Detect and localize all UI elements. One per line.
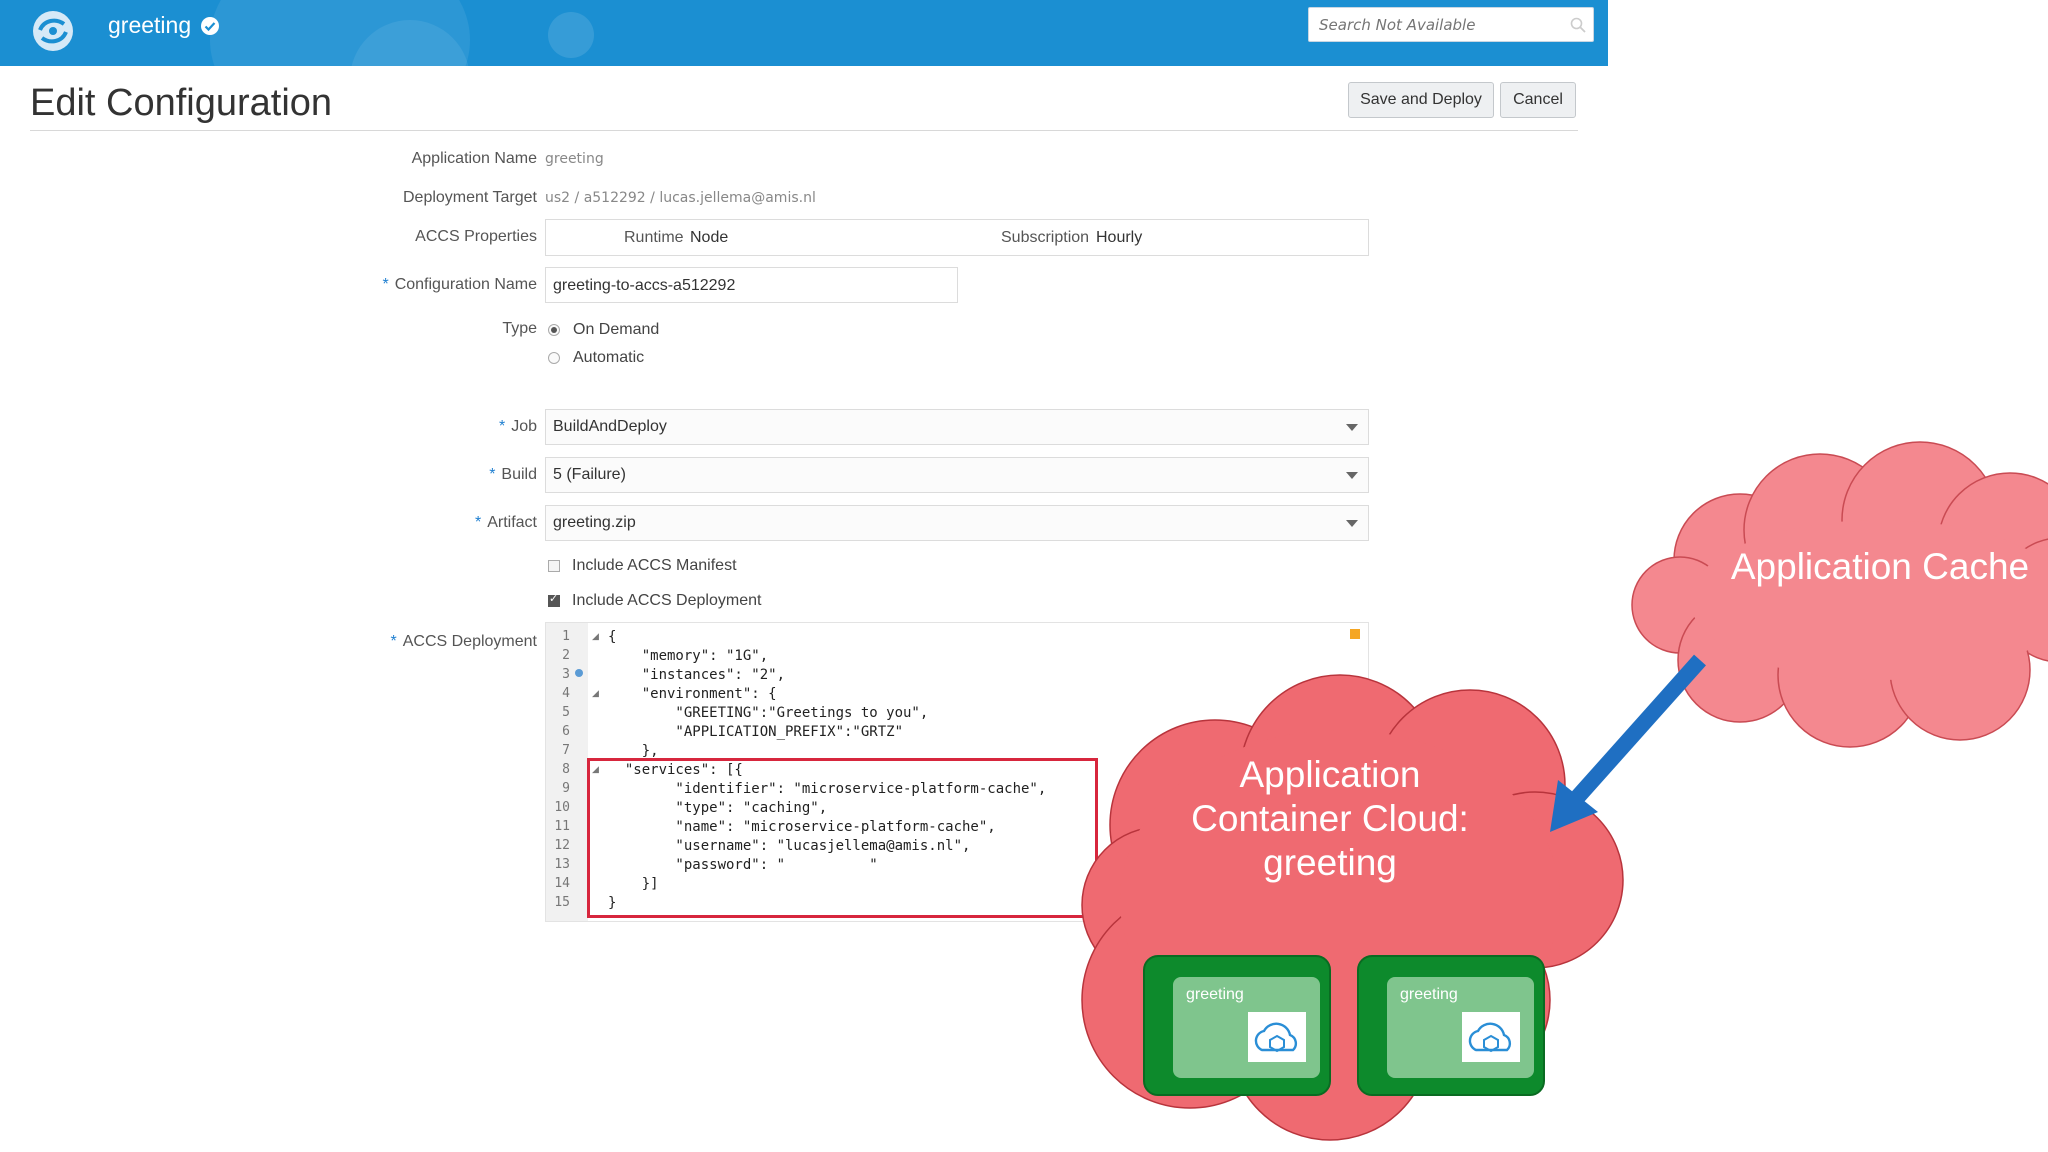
build-label: * Build [489,466,537,483]
instance-label: greeting [1400,986,1458,1003]
top-bar: greeting [0,0,1608,66]
on-demand-radio[interactable] [548,324,560,336]
code-line: { [608,629,617,645]
code-line: "environment": { [608,686,777,702]
warning-marker-icon [1350,677,1360,680]
line-number: 1 [562,629,570,644]
required-marker: * [474,514,482,531]
container-cloud-label-line-2: Container Cloud: [1191,798,1469,839]
caret-down-icon [1346,424,1358,431]
accs-properties-label: ACCS Properties [415,228,537,245]
line-number: 13 [554,857,570,872]
page-title: Edit Configuration [30,82,333,124]
configuration-name-value: greeting-to-accs-a512292 [553,277,736,294]
container-cloud-label-line-1: Application [1239,754,1421,795]
job-select[interactable]: BuildAndDeploy [545,409,1369,445]
code-line: "GREETING":"Greetings to you", [608,705,929,721]
save-and-deploy-button[interactable]: Save and Deploy [1348,82,1494,118]
fold-toggle-icon[interactable]: ◢ [592,689,599,699]
runtime-value: Node [690,229,729,246]
services-highlight-box [587,758,1098,918]
automatic-label: Automatic [573,349,645,366]
application-cache-label: Application Cache [1730,546,2030,587]
fold-toggle-icon[interactable]: ◢ [592,632,599,642]
deployment-target-value: us2 / a512292 / lucas.jellema@amis.nl [545,190,816,206]
code-line: "APPLICATION_PREFIX":"GRTZ" [608,724,904,740]
include-deployment-label: Include ACCS Deployment [572,592,762,609]
line-number: 8 [562,762,570,777]
instance-label: greeting [1186,986,1244,1003]
subscription-value: Hourly [1096,229,1143,246]
search-input[interactable] [1317,15,1561,35]
code-line: "memory": "1G", [608,648,769,664]
line-number: 6 [562,724,570,739]
artifact-select[interactable]: greeting.zip [545,505,1369,541]
container-cloud-label-line-3: greeting [1263,842,1397,883]
on-demand-label: On Demand [573,321,660,338]
job-value: BuildAndDeploy [553,418,667,435]
instance-box [1357,955,1545,1096]
connection-arrow [1550,654,1706,832]
line-number: 4 [562,686,570,701]
search-field[interactable] [1308,7,1594,42]
required-marker: * [382,276,389,293]
include-manifest-label: Include ACCS Manifest [572,557,737,574]
info-bulb-icon [575,669,583,677]
build-select[interactable]: 5 (Failure) [545,457,1369,493]
subscription-label: Subscription [1001,229,1090,246]
caret-down-icon [1346,520,1358,527]
required-marker: * [498,418,506,435]
application-cache-cloud [1631,441,2048,748]
configuration-name-input[interactable]: greeting-to-accs-a512292 [545,267,958,303]
artifact-label: * Artifact [474,514,537,531]
line-number: 5 [562,705,570,720]
line-number: 3 [562,667,570,682]
code-line: "instances": "2", [608,667,786,683]
line-number: 15 [554,895,570,910]
cancel-button[interactable]: Cancel [1500,82,1576,118]
check-circle-icon [201,17,219,35]
line-number: 7 [562,743,570,758]
runtime-label: Runtime [624,229,684,246]
include-manifest-checkbox[interactable] [548,560,560,572]
automatic-radio[interactable] [548,352,560,364]
include-deployment-checkbox[interactable] [548,592,560,607]
line-number: 9 [562,781,570,796]
search-icon[interactable] [1569,16,1587,34]
line-number: 12 [554,838,570,853]
code-line: }, [608,743,659,759]
accs-deployment-label: * ACCS Deployment [390,633,537,650]
caret-down-icon [1346,472,1358,479]
warning-marker-icon [1350,629,1360,639]
build-value: 5 (Failure) [553,466,626,483]
required-marker: * [390,633,397,650]
artifact-value: greeting.zip [553,514,636,531]
configuration-name-label: * Configuration Name [382,276,537,293]
accs-properties-panel: Runtime Node Subscription Hourly [545,219,1369,256]
application-name-label: Application Name [411,150,537,167]
job-label: * Job [498,418,537,435]
line-number: 10 [554,800,570,815]
application-name-value: greeting [545,151,604,167]
app-name: greeting [108,12,192,38]
type-label: Type [502,320,537,337]
instance-box [1143,955,1331,1096]
deployment-target-label: Deployment Target [403,189,537,206]
line-number: 11 [554,819,570,834]
line-number: 2 [562,648,570,663]
required-marker: * [489,466,496,483]
divider [30,130,1578,131]
app-logo-icon[interactable] [28,6,78,56]
line-number: 14 [554,876,570,891]
